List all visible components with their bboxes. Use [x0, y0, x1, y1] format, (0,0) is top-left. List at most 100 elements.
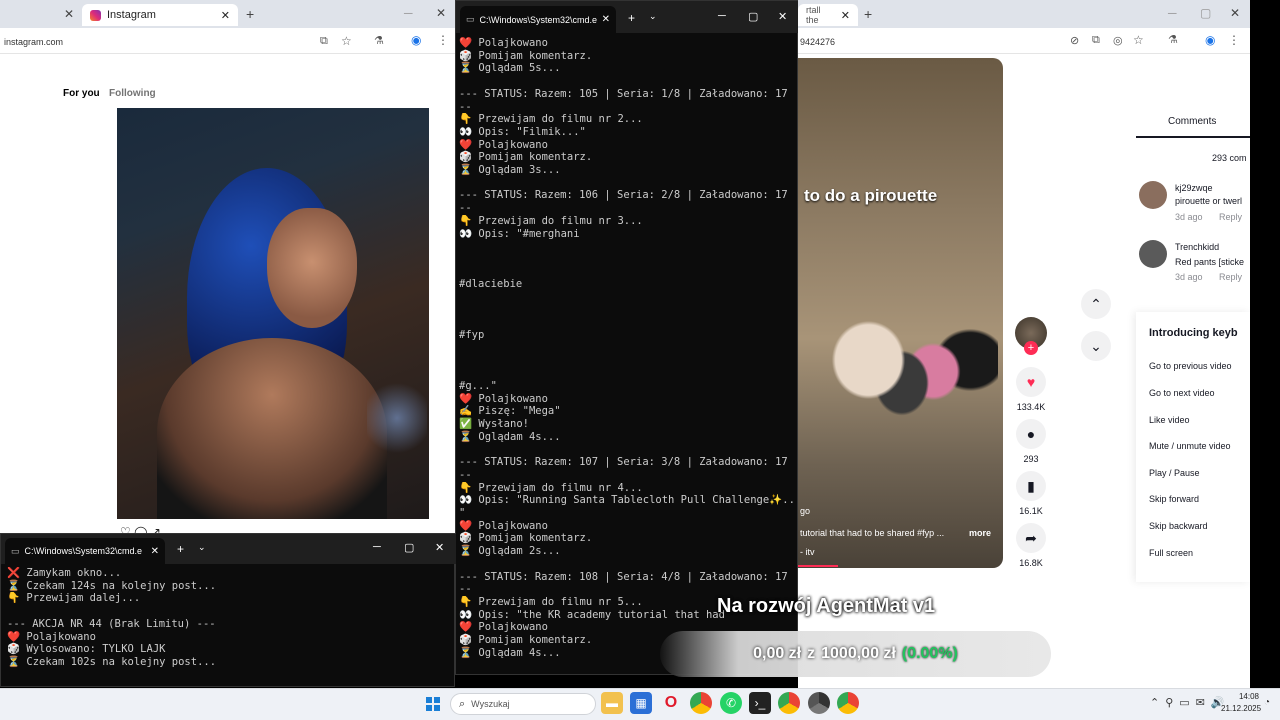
maximize-icon[interactable]: ▢ [1200, 6, 1211, 20]
comment-date: 3d ago [1175, 212, 1203, 222]
minimize-icon[interactable]: ─ [373, 541, 381, 553]
install-icon[interactable]: ⧉ [1092, 34, 1100, 47]
maximize-icon[interactable]: ▢ [748, 10, 758, 23]
star-icon[interactable]: ☆ [1133, 33, 1144, 47]
comment-user[interactable]: kj29zwqe [1175, 183, 1213, 193]
video-player[interactable]: to do a pirouette go tutorial that had t… [798, 58, 1003, 568]
profile-icon[interactable]: ◉ [411, 33, 421, 47]
cmd-title: C:\Windows\System32\cmd.e [479, 14, 597, 25]
comments-tab-underline [1136, 136, 1250, 138]
post-image[interactable] [117, 108, 429, 519]
tray-icons[interactable]: ⌃⚲▭✉🔊 [1150, 696, 1231, 709]
terminal-icon[interactable]: ›_ [749, 692, 771, 714]
tab-tiktok[interactable]: rtall the ✕ [798, 4, 858, 26]
feed-tab-for-you[interactable]: For you [63, 88, 100, 99]
comments-count: 293 com [1212, 153, 1247, 163]
profile-icon[interactable]: ◉ [1205, 33, 1215, 47]
address-bar[interactable]: instagram.com ⧉ ☆ ⚗ ◉ ⋮ [0, 30, 455, 54]
close-window-icon[interactable]: ✕ [436, 6, 446, 20]
close-tab-icon[interactable]: ✕ [151, 546, 159, 557]
close-tab-icon[interactable]: ✕ [221, 9, 230, 22]
video-progress[interactable] [798, 565, 838, 567]
file-explorer-icon[interactable]: ▬ [601, 692, 623, 714]
cmd-tab[interactable]: ▭ C:\Windows\System32\cmd.e ✕ [460, 6, 616, 33]
cmd-small-output: ❌ Zamykam okno... ⏳ Czekam 124s na kolej… [7, 567, 447, 682]
post-photo-bg-light [367, 378, 427, 458]
chevron-down-icon[interactable]: ⌄ [649, 11, 657, 22]
tab-instagram[interactable]: Instagram ✕ [82, 4, 238, 26]
kb-item: Full screen [1149, 548, 1194, 558]
eye-off-icon[interactable]: ⊘ [1070, 34, 1079, 47]
url-text: 9424276 [800, 37, 836, 47]
chrome-icon[interactable] [808, 692, 830, 714]
kb-item: Skip backward [1149, 521, 1208, 531]
chrome-icon[interactable] [837, 692, 859, 714]
close-window-icon[interactable]: ✕ [778, 10, 787, 23]
whatsapp-icon[interactable]: ✆ [720, 692, 742, 714]
chrome-icon[interactable] [690, 692, 712, 714]
cmd-small-window: ▭ C:\Windows\System32\cmd.e ✕ + ⌄ ─ ▢ ✕ … [0, 533, 456, 687]
video-caption-overlay: to do a pirouette [804, 186, 938, 205]
comment-avatar[interactable] [1139, 181, 1167, 209]
cmd-tab[interactable]: ▭ C:\Windows\System32\cmd.e ✕ [5, 538, 165, 564]
comment-reply[interactable]: Reply [1219, 212, 1242, 222]
video-dancers [813, 268, 998, 498]
eye-icon[interactable]: ◎ [1113, 34, 1123, 47]
new-tab-icon[interactable]: + [864, 6, 872, 22]
video-description: tutorial that had to be shared #fyp ... [800, 528, 945, 538]
new-tab-icon[interactable]: + [177, 542, 184, 556]
address-bar[interactable]: 9424276 ⊘ ⧉ ◎ ☆ ⚗ ◉ ⋮ [798, 30, 1250, 54]
flask-icon[interactable]: ⚗ [374, 34, 384, 47]
next-video-button[interactable]: ⌄ [1081, 331, 1111, 361]
comment-reply[interactable]: Reply [1219, 272, 1242, 282]
like-button[interactable]: ♥ [1016, 367, 1046, 397]
comment-avatar[interactable] [1139, 240, 1167, 268]
install-icon[interactable]: ⧉ [320, 35, 328, 48]
close-tab-icon[interactable]: ✕ [841, 9, 850, 22]
follow-plus-icon[interactable]: + [1024, 341, 1038, 355]
new-tab-icon[interactable]: + [628, 11, 635, 25]
cmd-main-window: ▭ C:\Windows\System32\cmd.e ✕ + ⌄ ─ ▢ ✕ … [455, 0, 799, 675]
comment-user[interactable]: Trenchkidd [1175, 242, 1219, 252]
comment-count: 293 [1023, 454, 1039, 464]
comment-date: 3d ago [1175, 272, 1203, 282]
chevron-down-icon[interactable]: ⌄ [198, 542, 206, 553]
clock-time[interactable]: 14:08 [1221, 692, 1259, 701]
minimize-icon[interactable]: ─ [718, 10, 726, 22]
comment-text: pirouette or twerl [1175, 196, 1243, 206]
comments-tab[interactable]: Comments [1168, 116, 1216, 127]
close-tab-icon[interactable]: ✕ [602, 14, 610, 25]
kb-item: Go to previous video [1149, 361, 1232, 371]
menu-icon[interactable]: ⋮ [1228, 33, 1240, 47]
close-tab-icon[interactable]: ✕ [64, 7, 74, 21]
new-tab-icon[interactable]: + [246, 6, 254, 22]
comment-button[interactable]: ● [1016, 419, 1046, 449]
notification-icon[interactable]: ◔ [1264, 697, 1270, 708]
share-button[interactable]: ➦ [1016, 523, 1046, 553]
minimize-icon[interactable]: ─ [1168, 6, 1177, 20]
save-count: 16.1K [1019, 506, 1043, 516]
minimize-icon[interactable]: ─ [404, 6, 413, 20]
windows-start-icon[interactable] [426, 697, 440, 711]
clock-date[interactable]: 21.12.2025 [1221, 704, 1261, 713]
opera-icon[interactable]: O [660, 692, 682, 714]
close-window-icon[interactable]: ✕ [435, 541, 444, 554]
left-browser: ✕ Instagram ✕ + ─ ✕ instagram.com ⧉ ☆ ⚗ … [0, 0, 455, 539]
cmd-title: C:\Windows\System32\cmd.e [24, 546, 143, 556]
share-count: 16.8K [1019, 558, 1043, 568]
save-button[interactable]: ▮ [1016, 471, 1046, 501]
feed-tab-following[interactable]: Following [109, 88, 156, 99]
video-author[interactable]: - itv [800, 547, 815, 557]
video-more-link[interactable]: more [969, 528, 991, 538]
close-window-icon[interactable]: ✕ [1230, 6, 1240, 20]
flask-icon[interactable]: ⚗ [1168, 33, 1178, 46]
taskbar-search[interactable]: ⌕ Wyszukaj [450, 693, 596, 715]
donation-goal: 1000,00 zł [821, 645, 896, 662]
menu-icon[interactable]: ⋮ [437, 33, 449, 47]
chrome-icon[interactable] [778, 692, 800, 714]
donation-of: z [807, 645, 816, 662]
prev-video-button[interactable]: ⌃ [1081, 289, 1111, 319]
star-icon[interactable]: ☆ [341, 34, 352, 48]
store-icon[interactable]: ▦ [630, 692, 652, 714]
maximize-icon[interactable]: ▢ [404, 541, 414, 554]
